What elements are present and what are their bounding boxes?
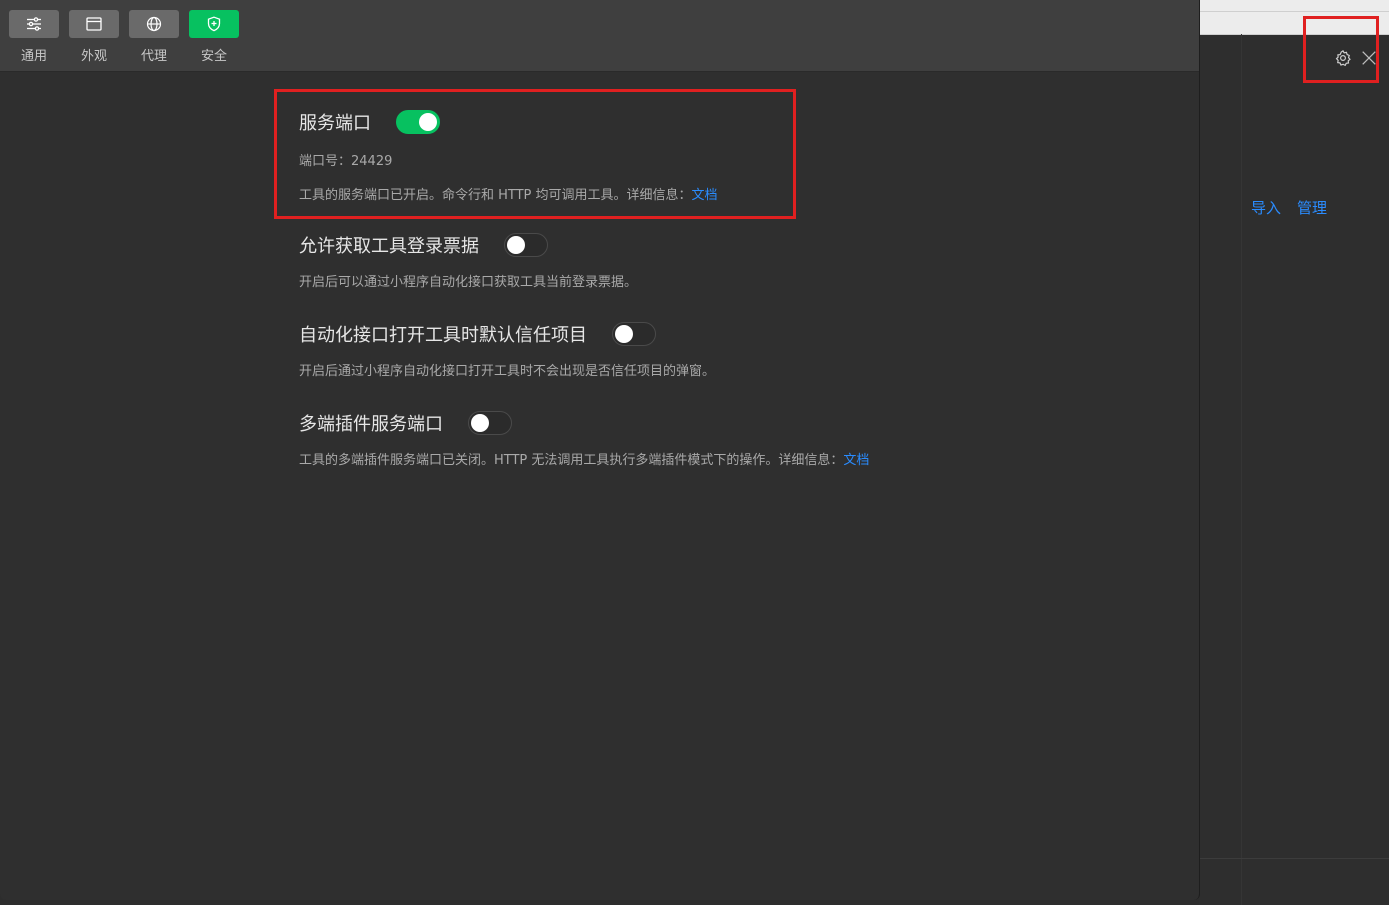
window-icon [69, 10, 119, 38]
highlight-box-settings-icon [1303, 16, 1379, 83]
trust-project-toggle[interactable] [612, 322, 656, 346]
login-ticket-toggle[interactable] [504, 233, 548, 257]
setting-title: 自动化接口打开工具时默认信任项目 [299, 325, 587, 346]
background-window: 导入 管理 [1199, 0, 1389, 905]
setting-multi-plugin-port: 多端插件服务端口 工具的多端插件服务端口已关闭。HTTP 无法调用工具执行多端插… [299, 410, 869, 468]
toggle-knob [471, 414, 489, 432]
tab-label: 外观 [80, 49, 107, 64]
tab-label: 通用 [20, 49, 47, 64]
docs-link[interactable]: 文档 [843, 453, 869, 468]
tab-security[interactable]: 安全 [189, 10, 239, 64]
globe-icon [129, 10, 179, 38]
background-links: 导入 管理 [1251, 197, 1327, 218]
settings-toolbar: 通用 外观 代理 安全 [0, 0, 1199, 72]
tab-general[interactable]: 通用 [9, 10, 59, 64]
tab-label: 代理 [140, 49, 167, 64]
panel-divider [1241, 34, 1242, 905]
manage-link[interactable]: 管理 [1297, 197, 1327, 218]
import-link[interactable]: 导入 [1251, 197, 1281, 218]
setting-description: 开启后可以通过小程序自动化接口获取工具当前登录票据。 [299, 275, 638, 290]
description-text: 工具的多端插件服务端口已关闭。HTTP 无法调用工具执行多端插件模式下的操作。详… [299, 453, 844, 468]
setting-description: 工具的多端插件服务端口已关闭。HTTP 无法调用工具执行多端插件模式下的操作。详… [299, 449, 869, 468]
background-divider [1199, 858, 1389, 859]
multi-plugin-port-toggle[interactable] [468, 411, 512, 435]
toggle-knob [507, 236, 525, 254]
setting-description: 开启后通过小程序自动化接口打开工具时不会出现是否信任项目的弹窗。 [299, 364, 716, 379]
setting-title: 多端插件服务端口 [299, 414, 443, 435]
toggle-knob [615, 325, 633, 343]
setting-trust-project: 自动化接口打开工具时默认信任项目 开启后通过小程序自动化接口打开工具时不会出现是… [299, 321, 715, 379]
sliders-icon [9, 10, 59, 38]
screen: 导入 管理 通用 外观 代理 安全 服务端口 端口号：24429 工具的服务端口… [0, 0, 1389, 905]
titlebar-divider [1199, 11, 1389, 12]
setting-title: 允许获取工具登录票据 [299, 236, 479, 257]
shield-icon [189, 10, 239, 38]
tab-label: 安全 [200, 49, 227, 64]
tab-appearance[interactable]: 外观 [69, 10, 119, 64]
highlight-box-service-port [274, 89, 796, 219]
setting-login-ticket: 允许获取工具登录票据 开启后可以通过小程序自动化接口获取工具当前登录票据。 [299, 232, 637, 290]
tab-proxy[interactable]: 代理 [129, 10, 179, 64]
